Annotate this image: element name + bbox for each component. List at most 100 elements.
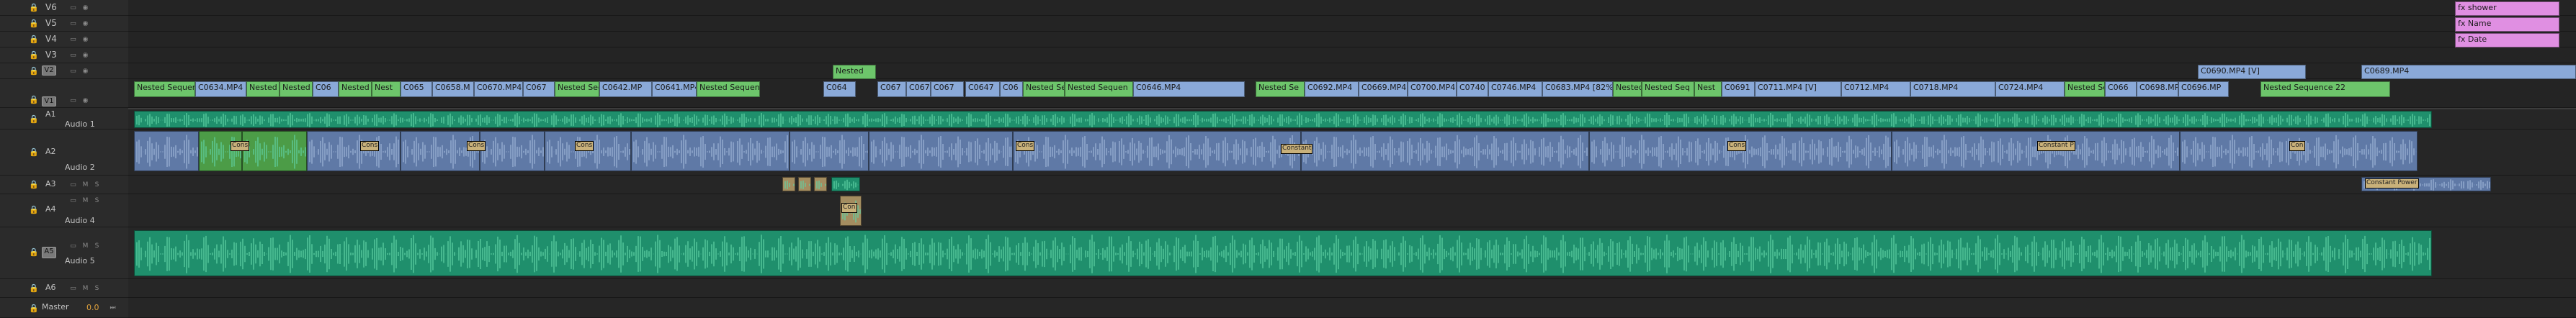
audio-clip[interactable] — [831, 177, 860, 191]
video-clip[interactable]: Nested Seq — [555, 81, 599, 97]
video-clip[interactable]: C0712.MP4 — [1841, 81, 1910, 97]
video-clip[interactable]: C0746.MP4 — [1488, 81, 1542, 97]
video-clip[interactable]: fx shower — [2455, 1, 2559, 16]
video-clip[interactable]: C0642.MP — [599, 81, 652, 97]
timeline-area[interactable]: fx shower fx Name fx Date Nested C0690.MP4 [… — [128, 0, 2576, 318]
toggle-output-icon[interactable]: ▭ — [68, 67, 78, 76]
video-clip[interactable]: Nested Sequen — [1065, 81, 1133, 97]
video-clip[interactable]: Nest — [372, 81, 401, 97]
mute-button[interactable]: M — [81, 242, 90, 250]
video-clip[interactable]: C0692.MP4 — [1305, 81, 1359, 97]
output-icon[interactable]: ▭ — [68, 181, 78, 189]
audio-clip[interactable] — [307, 131, 401, 171]
video-clip[interactable]: C0669.MP4 — [1359, 81, 1408, 97]
video-clip[interactable]: C06 — [1000, 81, 1023, 97]
transition-label[interactable]: Cons — [360, 141, 380, 151]
skip-end-icon[interactable]: ⏭ — [108, 304, 117, 312]
output-icon[interactable]: ▭ — [68, 242, 78, 250]
lock-icon[interactable]: 🔒 — [29, 35, 39, 44]
video-clip[interactable]: C067 — [931, 81, 964, 97]
video-clip[interactable]: Nested — [1613, 81, 1642, 97]
eye-icon[interactable]: ◉ — [81, 35, 90, 44]
video-clip[interactable]: Nested Sequence 22 — [2260, 81, 2390, 97]
lock-icon[interactable]: 🔒 — [29, 19, 39, 28]
video-clip[interactable]: C0724.MP4 — [1995, 81, 2065, 97]
mute-button[interactable]: M — [81, 181, 90, 189]
video-clip[interactable]: C0740 — [1457, 81, 1488, 97]
video-clip[interactable]: Nested Se — [1256, 81, 1305, 97]
toggle-output-icon[interactable]: ▭ — [68, 4, 78, 12]
video-clip[interactable]: C0689.MP4 — [2361, 65, 2576, 79]
video-clip[interactable]: fx Date — [2455, 33, 2559, 47]
audio-clip[interactable] — [480, 131, 545, 171]
video-clip[interactable]: C0683.MP4 [82%] — [1542, 81, 1613, 97]
video-clip[interactable]: C064 — [823, 81, 856, 97]
transition-label[interactable]: Cons — [231, 141, 250, 151]
audio-clip[interactable] — [1589, 131, 1892, 171]
video-clip[interactable]: C0634.MP4 — [195, 81, 246, 97]
video-clip[interactable]: C066 — [2105, 81, 2137, 97]
mute-button[interactable]: M — [81, 196, 90, 205]
lock-icon[interactable]: 🔒 — [29, 114, 39, 124]
transition-label[interactable]: Constant Power — [2365, 178, 2419, 188]
audio-clip[interactable] — [134, 230, 2432, 276]
video-clip[interactable]: C067 — [906, 81, 931, 97]
transition-label[interactable]: Constant P — [2037, 141, 2075, 151]
video-clip[interactable]: Nested — [339, 81, 372, 97]
video-clip[interactable]: C0690.MP4 [V] — [2198, 65, 2306, 79]
audio-clip[interactable] — [1301, 131, 1589, 171]
solo-button[interactable]: S — [92, 284, 102, 293]
lock-icon[interactable]: 🔒 — [29, 247, 39, 257]
video-clip[interactable]: Nest — [1694, 81, 1722, 97]
lock-icon[interactable]: 🔒 — [29, 50, 39, 60]
audio-clip[interactable] — [199, 131, 242, 171]
video-clip[interactable]: C0698.MP4 — [2137, 81, 2178, 97]
eye-icon[interactable]: ◉ — [81, 4, 90, 12]
video-clip[interactable]: C0647 — [965, 81, 1000, 97]
eye-icon[interactable]: ◉ — [81, 19, 90, 28]
lock-icon[interactable]: 🔒 — [29, 283, 39, 293]
lock-icon[interactable]: 🔒 — [29, 3, 39, 12]
eye-icon[interactable]: ◉ — [81, 96, 90, 105]
video-clip[interactable]: Nested — [279, 81, 313, 97]
toggle-output-icon[interactable]: ▭ — [68, 96, 78, 105]
video-clip[interactable]: Nested Se — [2065, 81, 2105, 97]
video-clip[interactable]: C0646.MP4 — [1133, 81, 1245, 97]
video-clip[interactable]: C0711.MP4 [V] — [1755, 81, 1841, 97]
audio-clip[interactable] — [782, 177, 795, 191]
audio-clip[interactable] — [814, 177, 827, 191]
audio-clip[interactable] — [869, 131, 1013, 171]
transition-label[interactable]: Con — [841, 203, 857, 213]
track-target-a5[interactable]: A5 — [42, 247, 56, 258]
audio-clip[interactable] — [134, 131, 199, 171]
output-icon[interactable]: ▭ — [68, 196, 78, 205]
video-clip[interactable]: C06 — [313, 81, 339, 97]
solo-button[interactable]: S — [92, 196, 102, 205]
video-clip[interactable]: C067 — [877, 81, 906, 97]
video-clip[interactable]: Nested Se — [1023, 81, 1065, 97]
video-clip[interactable]: C0696.MP — [2178, 81, 2229, 97]
solo-button[interactable]: S — [92, 181, 102, 189]
video-clip[interactable]: C0658.M — [432, 81, 474, 97]
audio-clip[interactable] — [242, 131, 307, 171]
video-clip[interactable]: Nested — [833, 65, 876, 79]
lock-icon[interactable]: 🔒 — [29, 180, 39, 189]
toggle-output-icon[interactable]: ▭ — [68, 19, 78, 28]
output-icon[interactable]: ▭ — [68, 284, 78, 293]
transition-label[interactable]: Cons — [575, 141, 594, 151]
audio-clip[interactable] — [798, 177, 811, 191]
lock-icon[interactable]: 🔒 — [29, 95, 39, 104]
video-clip[interactable]: C0670.MP4 — [474, 81, 523, 97]
video-clip[interactable]: C0718.MP4 — [1910, 81, 1995, 97]
audio-clip[interactable] — [631, 131, 790, 171]
video-clip[interactable]: C0691 — [1722, 81, 1755, 97]
transition-label[interactable]: Cons — [467, 141, 486, 151]
toggle-output-icon[interactable]: ▭ — [68, 51, 78, 60]
eye-icon[interactable]: ◉ — [81, 51, 90, 60]
video-clip[interactable]: Nested Sequen — [697, 81, 760, 97]
video-clip[interactable]: C0700.MP4 — [1408, 81, 1457, 97]
video-clip[interactable]: C067 — [523, 81, 555, 97]
master-volume[interactable]: 0.0 — [86, 303, 99, 312]
audio-clip[interactable] — [2180, 131, 2418, 171]
video-clip[interactable]: Nested Seq — [1642, 81, 1694, 97]
